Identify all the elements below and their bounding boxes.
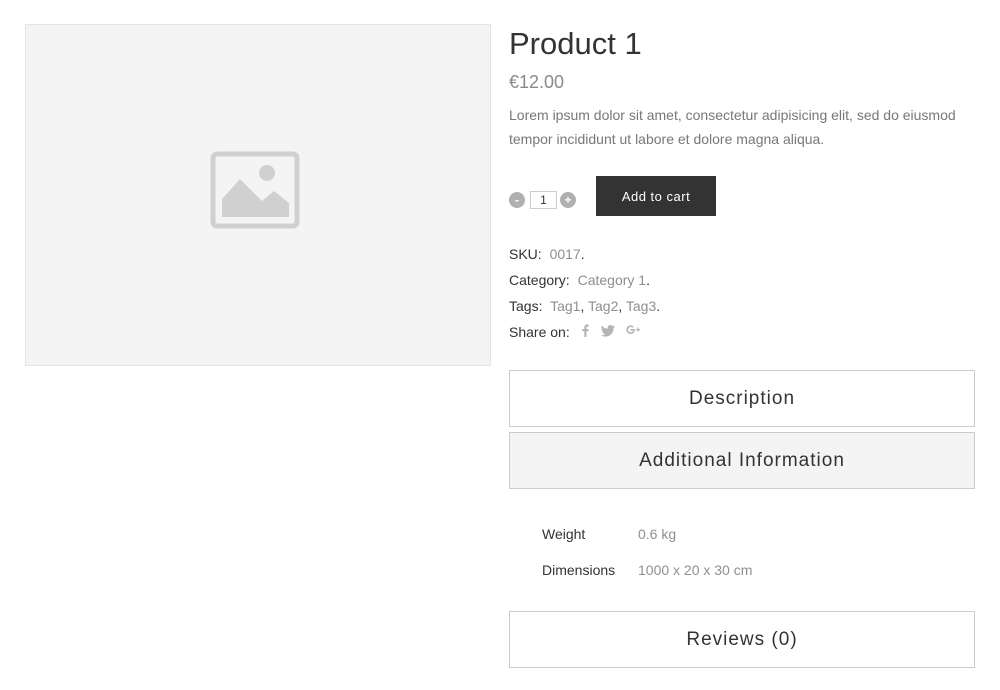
tab-reviews[interactable]: Reviews (0) bbox=[509, 611, 975, 668]
share-row: Share on: bbox=[509, 319, 660, 346]
image-placeholder-icon bbox=[210, 151, 300, 229]
additional-information-table: Weight 0.6 kg Dimensions 1000 x 20 x 30 … bbox=[542, 516, 752, 588]
product-summary: Product 1 €12.00 Lorem ipsum dolor sit a… bbox=[509, 26, 975, 340]
category-label: Category: bbox=[509, 272, 570, 288]
category-row: Category: Category 1. bbox=[509, 272, 650, 288]
product-meta: SKU: 0017. Category: Category 1. Tags: T… bbox=[509, 241, 660, 346]
tag-link[interactable]: Tag2 bbox=[588, 298, 618, 314]
product-image-placeholder[interactable] bbox=[25, 24, 491, 366]
tag-link[interactable]: Tag1 bbox=[550, 298, 580, 314]
quantity-input[interactable] bbox=[530, 191, 557, 209]
facebook-icon[interactable] bbox=[582, 320, 589, 346]
tag-link[interactable]: Tag3 bbox=[626, 298, 656, 314]
table-row: Dimensions 1000 x 20 x 30 cm bbox=[542, 552, 752, 588]
google-plus-icon[interactable] bbox=[626, 320, 641, 346]
product-title: Product 1 bbox=[509, 26, 642, 61]
product-price: €12.00 bbox=[509, 72, 565, 92]
attribute-name: Dimensions bbox=[542, 562, 616, 578]
tags-row: Tags: Tag1, Tag2, Tag3. bbox=[509, 298, 661, 314]
sku-row: SKU: 0017. bbox=[509, 246, 585, 262]
category-link[interactable]: Category 1 bbox=[578, 272, 646, 288]
tab-additional-information[interactable]: Additional Information bbox=[509, 432, 975, 489]
share-label: Share on: bbox=[509, 324, 570, 340]
attribute-value: 0.6 kg bbox=[638, 526, 677, 542]
add-to-cart-button[interactable]: Add to cart bbox=[596, 176, 716, 216]
twitter-icon[interactable] bbox=[600, 320, 615, 346]
sku-label: SKU: bbox=[509, 246, 542, 262]
tab-description[interactable]: Description bbox=[509, 370, 975, 427]
quantity-increase-button[interactable]: + bbox=[560, 192, 576, 208]
attribute-name: Weight bbox=[542, 526, 586, 542]
product-description: Lorem ipsum dolor sit amet, consectetur … bbox=[509, 107, 956, 147]
add-to-cart-form: - + Add to cart bbox=[509, 176, 975, 216]
quantity-decrease-button[interactable]: - bbox=[509, 192, 525, 208]
table-row: Weight 0.6 kg bbox=[542, 516, 752, 552]
tags-label: Tags: bbox=[509, 298, 543, 314]
attribute-value: 1000 x 20 x 30 cm bbox=[638, 562, 753, 578]
sku-value: 0017 bbox=[549, 246, 581, 262]
